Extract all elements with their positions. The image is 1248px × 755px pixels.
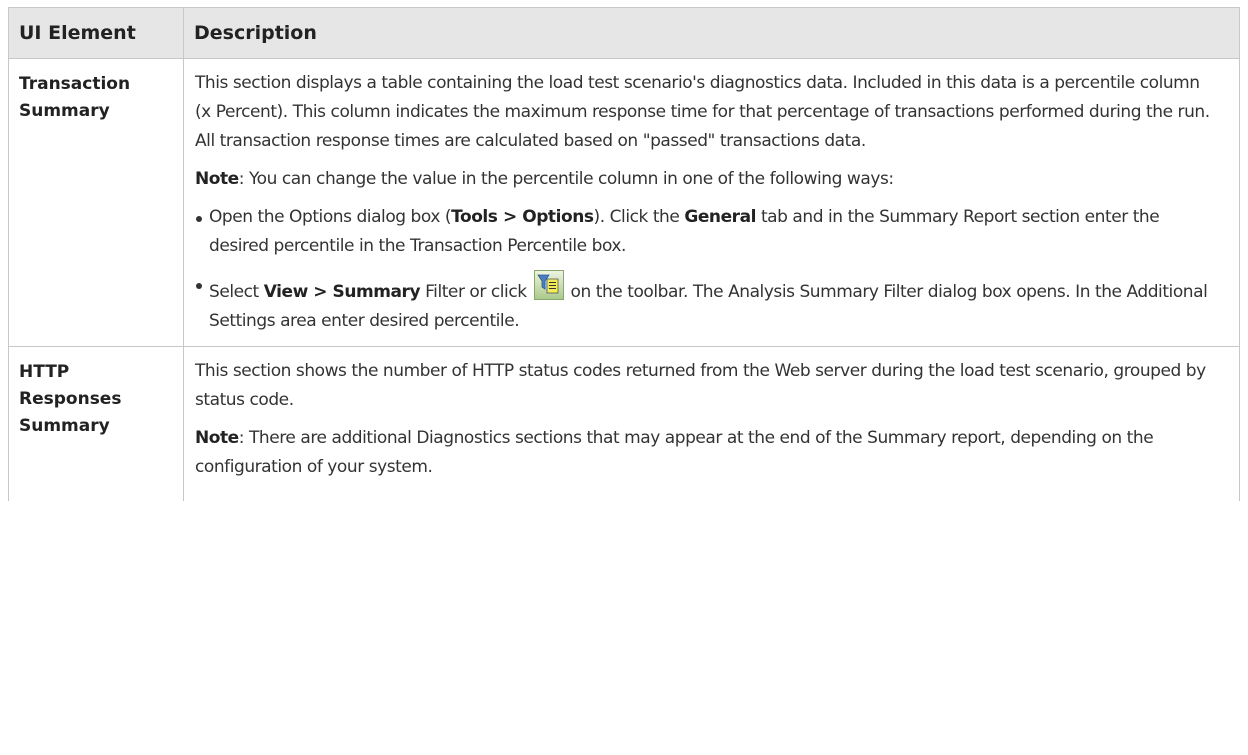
element-name-line: Summary [19,416,110,436]
note-text: : You can change the value in the percen… [238,169,894,189]
bullet-list: Open the Options dialog box (Tools > Opt… [195,203,1215,336]
header-description: Description [183,7,1240,59]
description-paragraph: This section displays a table containing… [195,73,1210,151]
note-paragraph: Note: You can change the value in the pe… [195,165,1215,194]
note-label: Note [195,428,239,448]
summary-filter-icon [533,270,564,300]
table-header-row: UI Element Description [8,7,1240,59]
list-item: Open the Options dialog box (Tools > Opt… [195,203,1215,261]
tab-name-general: General [684,207,756,227]
note-paragraph: Note: There are additional Diagnostics s… [195,424,1215,482]
element-name-line: Responses [19,389,122,409]
bullet-text: Filter or click [420,282,532,302]
menu-path-view-summary: View > Summary [263,282,421,302]
description-cell: This section shows the number of HTTP st… [183,346,1240,501]
note-text: : There are additional Diagnostics secti… [195,428,1154,477]
element-name-line: Summary [19,101,110,121]
ui-element-transaction-summary: Transaction Summary [8,58,184,347]
ui-element-table: UI Element Description Transaction Summa… [8,7,1240,501]
list-item: Select View > Summary Filter or click on… [195,270,1215,336]
element-name-line: HTTP [19,362,70,382]
bullet-text: ). Click the [593,207,685,227]
note-label: Note [195,169,239,189]
description-paragraph: This section shows the number of HTTP st… [195,361,1206,410]
header-ui-element: UI Element [8,7,184,59]
bullet-text: Open the Options dialog box ( [209,207,452,227]
element-name-line: Transaction [19,74,131,94]
description-cell: This section displays a table containing… [183,58,1240,347]
ui-element-http-responses-summary: HTTP Responses Summary [8,346,184,501]
table-row: Transaction Summary This section display… [8,58,1240,347]
table-row: HTTP Responses Summary This section show… [8,346,1240,501]
menu-path-tools-options: Tools > Options [451,207,594,227]
bullet-text: Select [209,282,264,302]
